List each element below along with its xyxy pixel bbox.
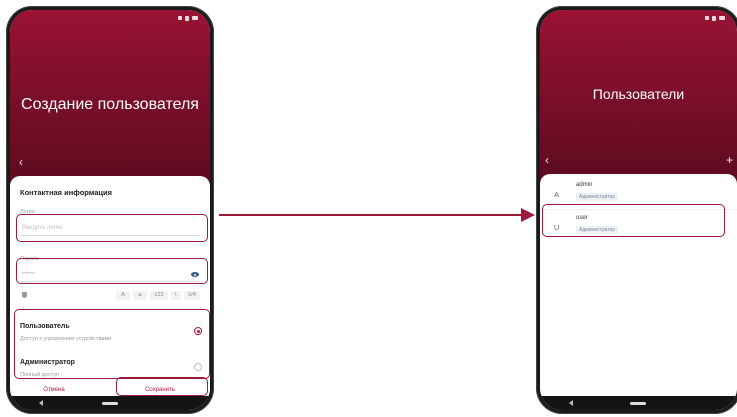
add-user-button[interactable]: + <box>726 154 733 166</box>
highlight-login <box>16 214 208 242</box>
system-nav-bar <box>10 396 210 410</box>
strength-chip-upper: A <box>116 291 130 300</box>
system-nav-bar <box>540 396 737 410</box>
page-title: Создание пользователя <box>21 96 199 113</box>
nav-back-icon[interactable] <box>39 400 44 406</box>
header-banner: Создание пользователя ‹ <box>10 10 210 190</box>
status-bar <box>178 14 198 22</box>
cancel-button[interactable]: Отмена <box>24 383 84 397</box>
nav-home-icon[interactable] <box>630 401 647 405</box>
highlight-save <box>116 377 208 396</box>
flow-arrow-head <box>521 208 535 222</box>
flow-arrow-line <box>219 214 524 216</box>
user-name: admin <box>576 182 593 188</box>
back-button[interactable]: ‹ <box>545 154 549 166</box>
status-bar <box>705 14 725 22</box>
avatar: A <box>554 190 560 199</box>
nav-back-icon[interactable] <box>568 400 573 406</box>
strength-chip-score: 0/4 <box>184 291 200 300</box>
back-button[interactable]: ‹ <box>19 156 23 168</box>
user-role-badge: Администратор <box>576 193 619 201</box>
highlight-roles <box>14 309 210 379</box>
nav-home-icon[interactable] <box>101 401 118 405</box>
page-title: Пользователи <box>592 86 685 102</box>
highlight-password <box>16 258 208 284</box>
highlight-new-user <box>542 204 725 237</box>
strength-chip-lower: a <box>133 291 147 300</box>
shield-icon <box>22 292 27 298</box>
strength-chip-digits: 123 <box>150 291 168 300</box>
header-banner: Пользователи ‹ + <box>540 10 737 188</box>
strength-chip-special: !. <box>171 291 181 300</box>
section-title: Контактная информация <box>20 188 113 197</box>
